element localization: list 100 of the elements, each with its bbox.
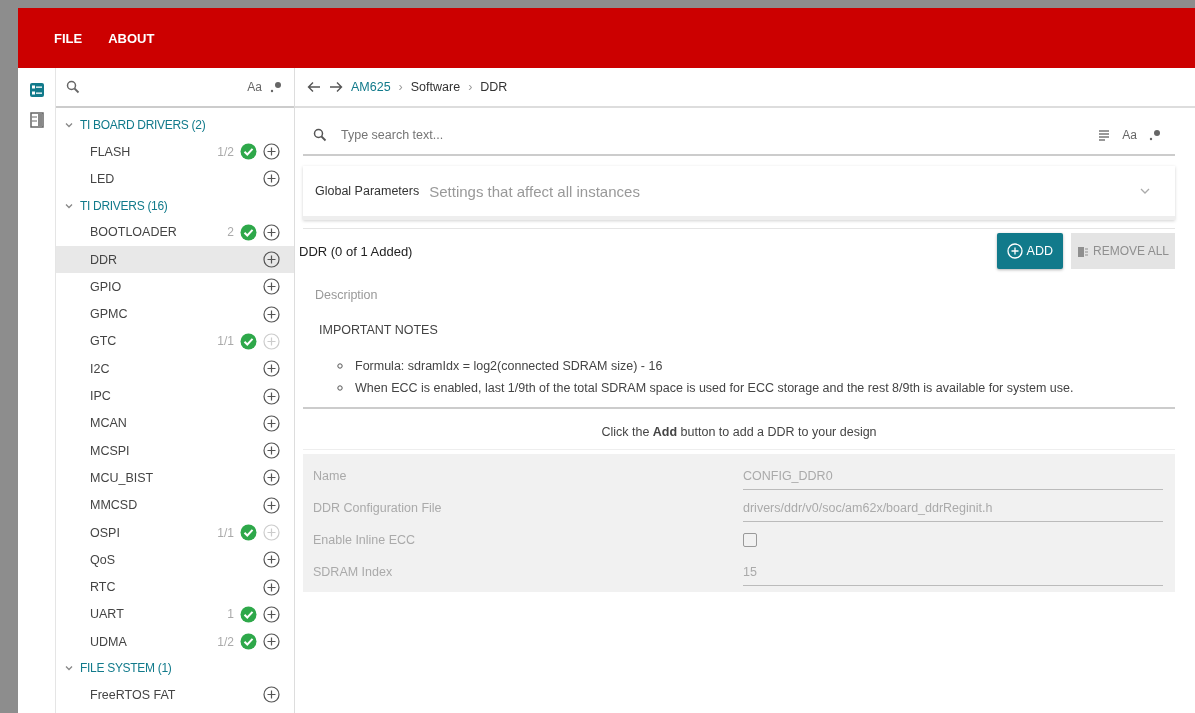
module-item[interactable]: OSPI 1/1 [56, 518, 294, 547]
instance-count: 1/2 [217, 144, 234, 159]
module-item[interactable]: RTC [56, 573, 294, 601]
module-label: FLASH [90, 144, 132, 159]
module-item[interactable]: UART 1 [56, 600, 294, 629]
add-circle-icon [1006, 243, 1023, 259]
notes-title: IMPORTANT NOTES [319, 323, 439, 337]
module-item[interactable]: MMCSD [56, 491, 294, 519]
search-icon [313, 128, 327, 142]
module-item[interactable]: GPMC [56, 300, 294, 328]
breadcrumb-item[interactable]: Software [410, 80, 461, 94]
breadcrumb-separator: › [468, 80, 473, 94]
checkbox[interactable] [743, 532, 757, 547]
add-icon[interactable] [263, 305, 280, 323]
breadcrumb-item[interactable]: AM625 [351, 80, 391, 94]
add-icon[interactable] [263, 360, 280, 378]
tree-group[interactable]: TI BOARD DRIVERS (2) [56, 112, 294, 138]
module-item[interactable]: I2C [56, 355, 294, 383]
module-title: DDR (0 of 1 Added) [299, 243, 414, 259]
back-arrow-icon[interactable] [307, 81, 321, 93]
module-label: MCU_BIST [90, 470, 155, 485]
description-label: Description [315, 287, 379, 304]
panel-title: Global Parameters [315, 184, 420, 198]
module-item[interactable]: DDR [56, 245, 294, 274]
add-icon[interactable] [263, 143, 280, 161]
add-icon[interactable] [263, 278, 280, 296]
instance-count: 1/2 [217, 634, 234, 649]
match-case-toggle[interactable]: Aa [247, 80, 262, 94]
module-label: GPIO [90, 279, 123, 294]
module-item[interactable]: BOOTLOADER 2 [56, 218, 294, 246]
module-item[interactable]: FreeRTOS FAT [56, 681, 294, 709]
module-label: DDR [90, 252, 119, 267]
add-icon[interactable] [263, 496, 280, 514]
add-button[interactable]: ADD [996, 233, 1063, 269]
instance-count: 1/1 [217, 525, 234, 540]
add-icon[interactable] [263, 414, 280, 432]
forward-arrow-icon[interactable] [329, 81, 343, 93]
add-icon[interactable] [263, 223, 280, 241]
module-item[interactable]: MCSPI [56, 436, 294, 465]
module-item[interactable]: UDMA 1/2 [56, 628, 294, 656]
instance-count: 2 [227, 225, 234, 240]
match-case-toggle[interactable]: Aa [1122, 128, 1137, 142]
config-label: SDRAM Index [313, 565, 394, 579]
breadcrumb-item: DDR [480, 80, 508, 94]
delete-list-icon [1076, 244, 1089, 258]
bullet-icon [337, 385, 343, 391]
note-text: Formula: sdramIdx = log2(connected SDRAM size) - 16 [355, 358, 663, 375]
module-label: MCAN [90, 416, 128, 431]
module-label: I2C [90, 361, 111, 376]
note-text: When ECC is enabled, last 1/9th of the total SDRAM space is used for ECC storage and the rest 8/9th is available for system use. [355, 380, 1074, 397]
module-item[interactable]: FLASH 1/2 [56, 138, 294, 166]
chevron-icon [1139, 187, 1151, 195]
bullet-icon [337, 363, 343, 369]
search-field[interactable]: Type search text... Aa [303, 116, 1175, 156]
add-icon[interactable] [263, 251, 280, 269]
add-icon[interactable] [263, 387, 280, 405]
add-icon[interactable] [263, 442, 280, 460]
breadcrumb-separator: › [398, 80, 403, 94]
group-label: FILE SYSTEM (1) [80, 661, 172, 676]
module-item[interactable]: MCAN [56, 409, 294, 437]
module-label: MMCSD [90, 498, 139, 513]
module-label: RTC [90, 580, 117, 595]
tree-group[interactable]: FILE SYSTEM (1) [56, 655, 294, 682]
add-icon[interactable] [263, 170, 280, 188]
config-value: 15 [743, 564, 757, 579]
module-label: IPC [90, 389, 112, 403]
panel-icon[interactable] [27, 110, 46, 130]
menu-item[interactable]: FILE [44, 26, 93, 50]
module-label: OSPI [90, 525, 121, 540]
add-icon[interactable] [263, 633, 280, 651]
config-label: Enable Inline ECC [313, 533, 417, 547]
hint-text: Click the Add button to add a DDR to your design [303, 409, 1175, 450]
group-label: TI DRIVERS (16) [80, 198, 168, 213]
module-item[interactable]: IPC [56, 382, 294, 410]
module-item[interactable]: GTC 1/1 [56, 327, 294, 356]
module-label: BOOTLOADER [90, 225, 178, 240]
module-item[interactable]: GPIO [56, 273, 294, 301]
add-icon[interactable] [263, 469, 280, 487]
module-item[interactable]: LED [56, 165, 294, 193]
instance-count: 1 [227, 607, 234, 622]
menu-item[interactable]: ABOUT [98, 26, 165, 50]
add-icon[interactable] [263, 605, 280, 623]
add-icon[interactable] [263, 551, 280, 569]
config-label: Name [313, 469, 348, 483]
module-label: GTC [90, 334, 118, 349]
add-icon[interactable] [263, 578, 280, 596]
chevron-icon [64, 120, 74, 130]
global-parameters-panel[interactable]: Global Parameters Settings that affect all instances [303, 166, 1175, 220]
text-lines-icon[interactable] [1098, 129, 1111, 141]
tree-group[interactable]: TI DRIVERS (16) [56, 192, 294, 219]
module-item[interactable]: MCU_BIST [56, 464, 294, 492]
instance-count: 1/1 [217, 334, 234, 349]
config-value: drivers/ddr/v0/soc/am62x/board_ddrReginit.h [743, 500, 993, 515]
module-label: FreeRTOS FAT [90, 688, 177, 702]
add-icon[interactable] [263, 686, 280, 704]
group-label: TI BOARD DRIVERS (2) [80, 118, 206, 132]
module-label: UDMA [90, 634, 128, 649]
filter-field[interactable]: Aa [56, 68, 294, 108]
module-label: GPMC [90, 307, 129, 322]
module-item[interactable]: QoS [56, 546, 294, 574]
